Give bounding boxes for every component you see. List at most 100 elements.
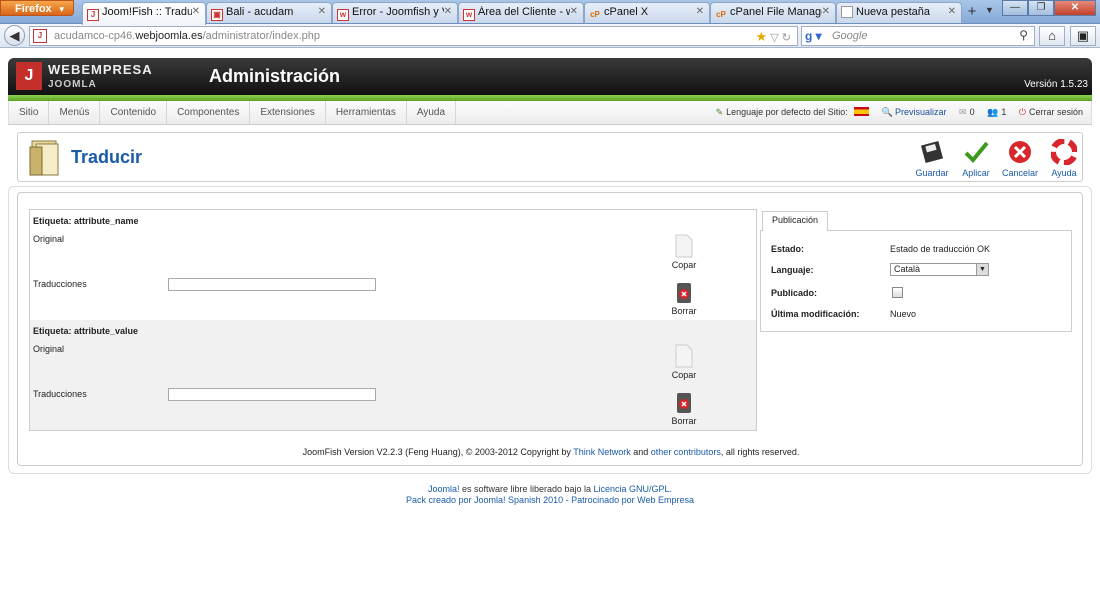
close-icon[interactable]: ✕ xyxy=(570,6,578,17)
checkmark-icon xyxy=(964,141,989,163)
home-button[interactable]: ⌂ xyxy=(1039,26,1065,46)
status-area: ✎ Lenguaje por defecto del Sitio: 🔍 Previs… xyxy=(706,101,1083,124)
think-network-link[interactable]: Think Network xyxy=(573,447,631,457)
close-window-button[interactable]: ✕ xyxy=(1054,0,1096,16)
save-button[interactable]: Guardar xyxy=(907,139,957,178)
copy-button[interactable]: Copar xyxy=(666,344,702,380)
menu-extensiones[interactable]: Extensiones xyxy=(250,101,326,124)
menu-contenido[interactable]: Contenido xyxy=(100,101,168,124)
bookmark-star-icon[interactable]: ★ xyxy=(756,29,768,44)
translation-input[interactable] xyxy=(168,278,376,291)
google-icon[interactable]: g ▾ xyxy=(805,29,822,43)
admin-menu: Sitio Menús Contenido Componentes Extens… xyxy=(8,101,1092,125)
maximize-button[interactable]: ❐ xyxy=(1028,0,1054,16)
preview-icon: 🔍 xyxy=(881,107,893,117)
search-icon[interactable]: ⚲ xyxy=(1019,28,1028,42)
browser-tab-bar: Firefox▼ JJoom!Fish :: Traducir✕ ▣Bali -… xyxy=(0,0,1100,25)
new-tab-button[interactable]: + xyxy=(962,3,982,22)
original-label: Original xyxy=(33,344,65,354)
language-select[interactable]: Català ▼ xyxy=(890,263,989,276)
home-icon: ⌂ xyxy=(1048,28,1056,43)
extensions-button[interactable]: ▣ xyxy=(1070,26,1096,46)
published-label: Publicado: xyxy=(771,288,818,298)
messages-count[interactable]: 0 xyxy=(970,107,975,117)
preview-link[interactable]: Previsualizar xyxy=(895,107,947,117)
menu-herramientas[interactable]: Herramientas xyxy=(326,101,407,124)
menu-sitio[interactable]: Sitio xyxy=(9,101,50,124)
contributors-link[interactable]: other contributors xyxy=(651,447,721,457)
search-input[interactable]: g ▾ Google ⚲ xyxy=(801,26,1035,46)
state-value: Estado de traducción OK xyxy=(890,244,991,254)
logout-link[interactable]: Cerrar sesión xyxy=(1029,107,1083,117)
footer-license: Joomla! es software libre liberado bajo … xyxy=(427,484,673,494)
joomla-logo-icon: J xyxy=(16,62,42,90)
tab-error-joomfish[interactable]: wError - Joomfish y V...✕ xyxy=(332,2,458,23)
trash-icon xyxy=(677,393,691,413)
modified-value: Nuevo xyxy=(890,309,917,319)
tab-nueva-pestana[interactable]: Nueva pestaña ✕ xyxy=(836,2,962,23)
web-icon: ▣ xyxy=(211,9,223,21)
delete-button[interactable]: Borrar xyxy=(666,390,702,426)
reload-icon[interactable]: ↻ xyxy=(782,32,791,44)
cancel-button[interactable]: Cancelar xyxy=(995,139,1045,178)
page-toolbar: Traducir Guardar Aplicar Cancelar Ayuda xyxy=(17,132,1083,182)
messages-icon: ✉ xyxy=(959,107,967,117)
language-label: Languaje: xyxy=(771,265,814,275)
back-button[interactable]: ◀ xyxy=(4,25,25,46)
tab-area-cliente[interactable]: wÁrea del Cliente - w...✕ xyxy=(458,2,584,23)
main-content: Etiqueta: attribute_name Original Traduc… xyxy=(17,192,1083,466)
close-icon[interactable]: ✕ xyxy=(822,6,830,17)
admin-title: Administración xyxy=(209,66,341,86)
field-row: Etiqueta: attribute_name Original Traduc… xyxy=(30,210,756,320)
version-label: Versión 1.5.23 xyxy=(1024,79,1088,90)
users-icon: 👥 xyxy=(987,107,999,117)
arrow-left-icon: ◀ xyxy=(9,28,20,43)
chevron-down-icon: ▼ xyxy=(976,264,988,275)
address-bar[interactable]: J acudamco-cp46.webjoomla.es/administrat… xyxy=(29,26,798,46)
delete-button[interactable]: Borrar xyxy=(666,280,702,316)
menu-componentes[interactable]: Componentes xyxy=(167,101,251,124)
tab-cpanel-file-manager[interactable]: cPcPanel File Manage...✕ xyxy=(710,2,836,23)
apply-button[interactable]: Aplicar xyxy=(951,139,1001,178)
joomla-link[interactable]: Joomla! xyxy=(428,484,460,494)
tab-joomfish[interactable]: JJoom!Fish :: Traducir✕ xyxy=(82,2,206,25)
webempresa-icon: w xyxy=(337,9,349,21)
cpanel-icon: cP xyxy=(716,10,726,19)
cpanel-icon: cP xyxy=(590,10,600,19)
translate-page-icon xyxy=(29,140,59,176)
publication-box: Estado: Estado de traducción OK Languaje… xyxy=(760,230,1072,332)
tab-publicacion[interactable]: Publicación xyxy=(762,211,829,231)
translations-label: Traducciones xyxy=(33,279,87,289)
license-link[interactable]: Licencia GNU/GPL. xyxy=(594,484,673,494)
menu-menus[interactable]: Menús xyxy=(49,101,101,124)
help-button[interactable]: Ayuda xyxy=(1039,139,1089,178)
close-icon[interactable]: ✕ xyxy=(696,6,704,17)
brand-sub: JOOMLA xyxy=(48,79,97,90)
save-icon xyxy=(920,140,944,164)
page-title: Traducir xyxy=(71,147,143,167)
trash-icon xyxy=(677,283,691,303)
tab-bali[interactable]: ▣ Bali - acudam ✕ xyxy=(206,2,332,23)
field-label: Etiqueta: attribute_name xyxy=(33,216,139,226)
joomla-icon: J xyxy=(87,9,99,21)
document-icon xyxy=(675,344,693,368)
state-label: Estado: xyxy=(771,244,805,254)
tab-cpanel[interactable]: cP cPanel X ✕ xyxy=(584,2,710,23)
joomla-icon: J xyxy=(33,29,47,43)
close-icon[interactable]: ✕ xyxy=(444,6,452,17)
close-icon[interactable]: ✕ xyxy=(318,6,326,17)
document-icon xyxy=(675,234,693,258)
published-checkbox[interactable] xyxy=(892,287,903,298)
close-icon[interactable]: ✕ xyxy=(948,6,956,17)
users-count[interactable]: 1 xyxy=(1001,107,1006,117)
copy-button[interactable]: Copar xyxy=(666,234,702,270)
minimize-button[interactable]: — xyxy=(1002,0,1028,16)
firefox-menu-button[interactable]: Firefox ▼ xyxy=(0,0,74,16)
menu-ayuda[interactable]: Ayuda xyxy=(407,101,457,124)
chevron-down-icon[interactable]: ▼ xyxy=(985,5,994,15)
close-icon[interactable]: ✕ xyxy=(192,6,200,17)
translation-input[interactable] xyxy=(168,388,376,401)
puzzle-icon: ▣ xyxy=(1076,28,1090,43)
dropdown-arrow-icon[interactable]: ▽ xyxy=(770,32,778,44)
admin-header: J WEBEMPRESA JOOMLA Administración Versi… xyxy=(8,58,1092,95)
